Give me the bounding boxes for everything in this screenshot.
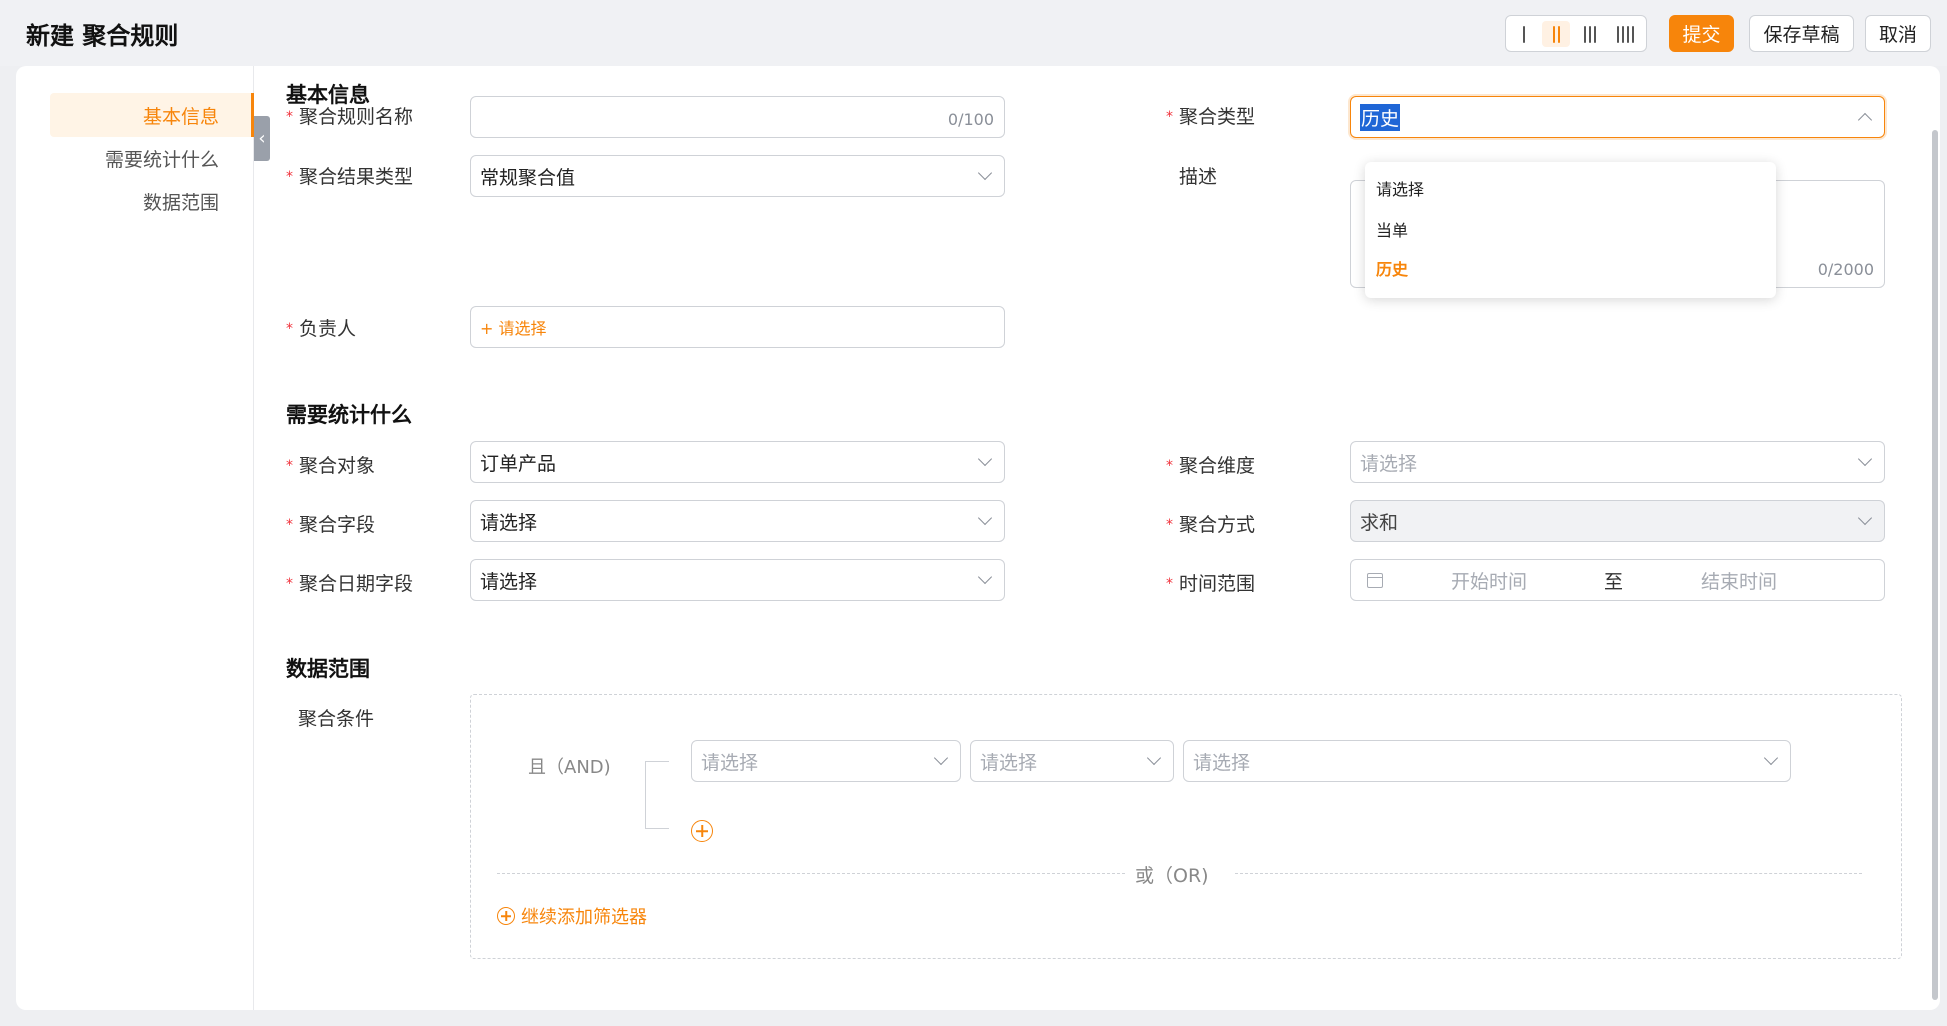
required-mark: * [1166,458,1173,474]
agg-type-dropdown: 请选择 当单 历史 [1365,162,1776,298]
label-owner: * 负责人 [286,318,357,340]
required-mark: * [1166,109,1173,125]
dropdown-option-history[interactable]: 历史 [1376,256,1408,280]
label-agg-type: * 聚合类型 [1166,106,1256,128]
rule-name-counter: 0/100 [947,110,994,129]
dropdown-option-current[interactable]: 当单 [1376,217,1408,241]
agg-dimension-select[interactable]: 请选择 [1350,441,1885,483]
label-agg-field: * 聚合字段 [286,514,376,536]
condition-operator-select[interactable]: 请选择 [970,740,1174,782]
top-bar: 新建 聚合规则 提交 保存草稿 取消 [0,0,1947,66]
section-title-stat: 需要统计什么 [286,403,412,427]
required-mark: * [286,169,293,185]
range-separator: 至 [1604,570,1624,593]
column-layout-switch [1505,15,1647,52]
or-divider-left [497,873,1125,874]
collapse-nav-button[interactable]: ‹ [254,116,270,161]
add-filter-button[interactable]: 继续添加筛选器 [497,903,647,929]
submit-button[interactable]: 提交 [1669,15,1734,52]
add-condition-icon[interactable] [691,820,713,842]
nav-item-stat[interactable]: 需要统计什么 [105,145,219,172]
two-column-button[interactable] [1542,21,1570,47]
agg-type-select[interactable]: 历史 [1350,96,1885,138]
required-mark: * [1166,517,1173,533]
required-mark: * [286,109,293,125]
time-range-picker[interactable]: 开始时间 至 结束时间 [1350,559,1885,601]
result-type-select[interactable]: 常规聚合值 [470,155,1005,197]
plus-circle-icon [497,907,515,925]
label-agg-date-field: * 聚合日期字段 [286,573,414,595]
three-column-button[interactable] [1576,21,1604,47]
required-mark: * [286,576,293,592]
dropdown-option-placeholder[interactable]: 请选择 [1376,176,1424,200]
condition-value-select[interactable]: 请选择 [1183,740,1791,782]
required-mark: * [286,458,293,474]
side-nav: 基本信息 需要统计什么 数据范围 [16,66,254,1010]
nav-item-scope[interactable]: 数据范围 [143,188,219,215]
one-column-icon [1523,25,1525,43]
calendar-icon [1367,573,1383,588]
label-agg-method: * 聚合方式 [1166,514,1256,536]
section-title-scope: 数据范围 [286,657,370,681]
chevron-down-icon [1857,510,1873,526]
condition-field-select[interactable]: 请选择 [691,740,961,782]
agg-type-value: 历史 [1360,103,1401,131]
chevron-left-icon: ‹ [258,128,266,149]
owner-add-link[interactable]: + 请选择 [480,315,547,339]
owner-picker[interactable]: + 请选择 [470,306,1005,348]
page-title: 新建 聚合规则 [26,22,179,50]
chevron-up-icon [1857,112,1873,128]
chevron-down-icon [1763,750,1779,766]
or-label: 或（OR) [1135,865,1209,887]
required-mark: * [286,517,293,533]
one-column-button[interactable] [1510,21,1538,47]
chevron-down-icon [1146,750,1162,766]
save-draft-button[interactable]: 保存草稿 [1749,15,1854,52]
agg-object-select[interactable]: 订单产品 [470,441,1005,483]
form-card: 基本信息 需要统计什么 数据范围 ‹ 基本信息 * 聚合规则名称 0/100 * 聚… [16,66,1940,1010]
label-rule-name: * 聚合规则名称 [286,106,414,128]
or-divider-right [1235,873,1862,874]
end-time-input[interactable]: 结束时间 [1701,567,1777,594]
vertical-scrollbar[interactable] [1932,130,1938,1000]
label-result-type: * 聚合结果类型 [286,166,414,188]
four-column-button[interactable] [1611,21,1639,47]
nav-item-basic-info[interactable]: 基本信息 [143,102,219,129]
and-label: 且（AND) [528,757,611,778]
description-counter: 0/2000 [1817,260,1874,279]
label-time-range: * 时间范围 [1166,573,1256,595]
start-time-input[interactable]: 开始时间 [1451,567,1527,594]
rule-name-input[interactable]: 0/100 [470,96,1005,138]
condition-box: 且（AND) 请选择 请选择 请选择 或（OR) 继续添加筛选器 [470,694,1902,959]
chevron-down-icon [977,165,993,181]
and-bracket [645,761,669,829]
cancel-button[interactable]: 取消 [1865,15,1931,52]
label-agg-dimension: * 聚合维度 [1166,455,1256,477]
chevron-down-icon [977,451,993,467]
required-mark: * [286,321,293,337]
agg-method-select: 求和 [1350,500,1885,542]
agg-field-select[interactable]: 请选择 [470,500,1005,542]
label-agg-condition: 聚合条件 [298,708,375,730]
chevron-down-icon [933,750,949,766]
chevron-down-icon [1857,451,1873,467]
required-mark: * [1166,576,1173,592]
label-description: 描述 [1179,166,1218,188]
chevron-down-icon [977,510,993,526]
agg-date-field-select[interactable]: 请选择 [470,559,1005,601]
chevron-down-icon [977,569,993,585]
label-agg-object: * 聚合对象 [286,455,376,477]
